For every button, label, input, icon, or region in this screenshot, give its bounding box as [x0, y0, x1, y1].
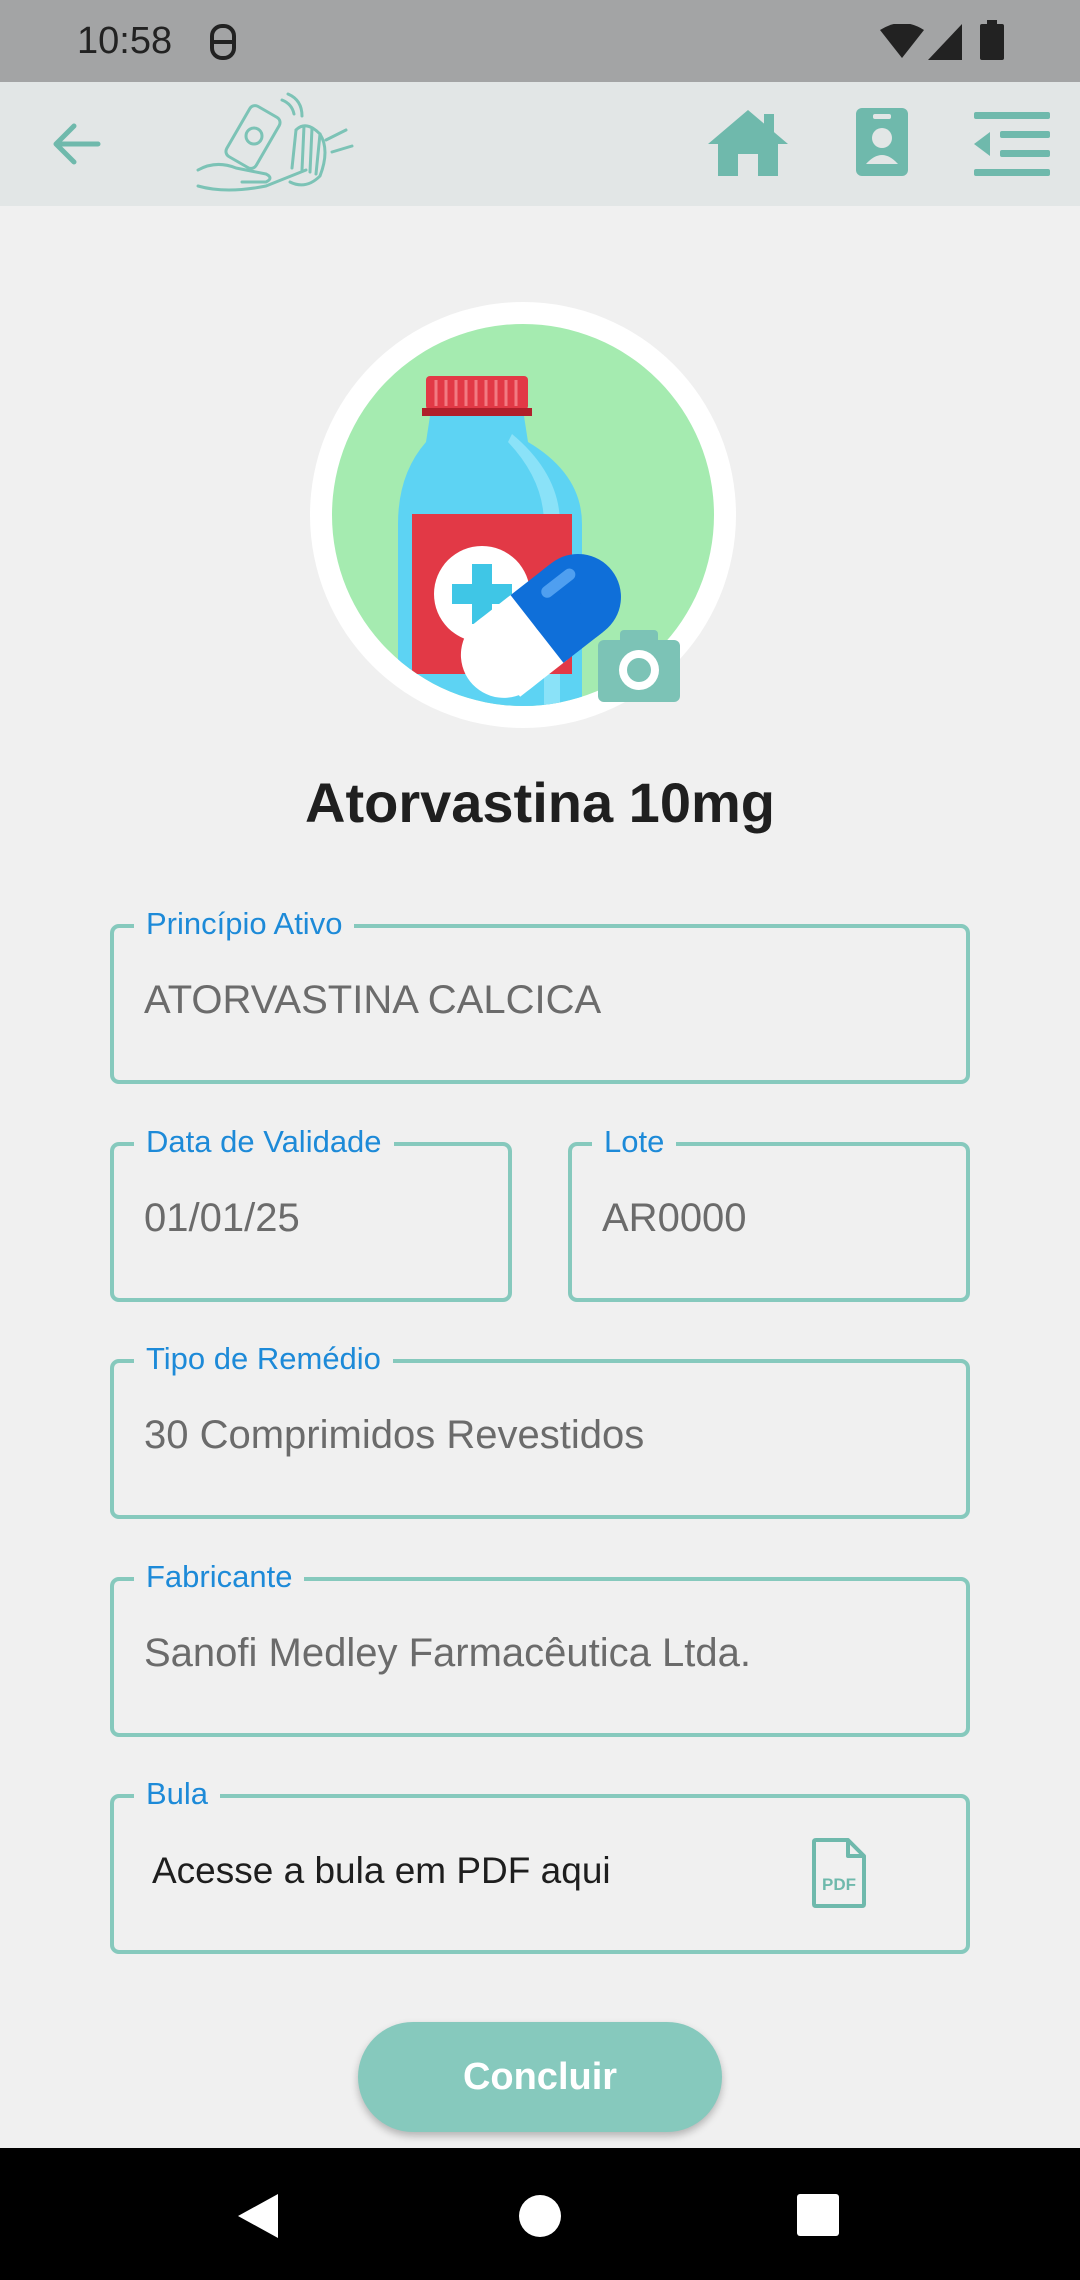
bula-field: Bula Acesse a bula em PDF aqui PDF: [110, 1776, 970, 1954]
data-validade-field[interactable]: Data de Validade 01/01/25: [110, 1124, 512, 1302]
wifi-icon: [880, 23, 924, 65]
medicine-hands-logo: [196, 90, 356, 205]
lote-label: Lote: [592, 1124, 677, 1160]
nav-home-icon[interactable]: [518, 2194, 562, 2243]
home-icon[interactable]: [706, 108, 790, 183]
status-time: 10:58: [77, 20, 173, 62]
data-validade-value: 01/01/25: [144, 1196, 300, 1240]
principio-ativo-label: Princípio Ativo: [134, 906, 355, 942]
fabricante-label: Fabricante: [134, 1559, 305, 1595]
bula-pdf-link[interactable]: Acesse a bula em PDF aqui: [152, 1850, 611, 1892]
medicine-title: Atorvastina 10mg: [305, 771, 775, 834]
camera-icon[interactable]: [598, 630, 680, 702]
svg-text:PDF: PDF: [822, 1875, 856, 1894]
tipo-remedio-field[interactable]: Tipo de Remédio 30 Comprimidos Revestido…: [110, 1341, 970, 1519]
principio-ativo-value: ATORVASTINA CALCICA: [144, 978, 602, 1022]
menu-icon[interactable]: [974, 112, 1050, 181]
id-card-icon[interactable]: [856, 108, 908, 181]
signal-icon: [928, 24, 962, 65]
nav-back-icon[interactable]: [236, 2192, 280, 2245]
app-bar: [0, 82, 1080, 206]
pdf-file-icon[interactable]: PDF: [812, 1838, 866, 1913]
fabricante-value: Sanofi Medley Farmacêutica Ltda.: [144, 1631, 751, 1675]
battery-icon: [980, 20, 1004, 65]
lote-value: AR0000: [602, 1196, 747, 1240]
arrow-left-icon[interactable]: [50, 120, 102, 173]
fabricante-field[interactable]: Fabricante Sanofi Medley Farmacêutica Lt…: [110, 1559, 970, 1737]
notification-icon: [206, 22, 240, 67]
concluir-button[interactable]: Concluir: [358, 2022, 722, 2132]
bula-label: Bula: [134, 1776, 221, 1812]
principio-ativo-field[interactable]: Princípio Ativo ATORVASTINA CALCICA: [110, 906, 970, 1084]
lote-field[interactable]: Lote AR0000: [568, 1124, 970, 1302]
nav-recents-icon[interactable]: [797, 2194, 839, 2241]
system-nav-bar: [0, 2148, 1080, 2280]
status-bar: 10:58: [0, 0, 1080, 82]
tipo-remedio-value: 30 Comprimidos Revestidos: [144, 1413, 645, 1457]
tipo-remedio-label: Tipo de Remédio: [134, 1341, 393, 1377]
data-validade-label: Data de Validade: [134, 1124, 394, 1160]
